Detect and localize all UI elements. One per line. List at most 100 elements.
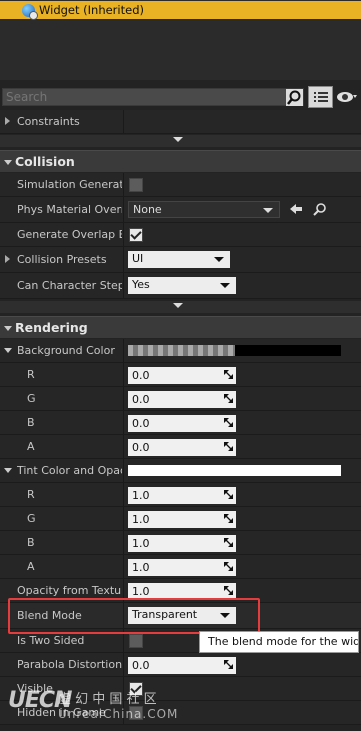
- field-value: 1.0: [132, 561, 150, 574]
- dropdown-value: None: [133, 203, 162, 216]
- column-divider: [123, 363, 124, 386]
- property-label: Opacity from Texture: [17, 584, 122, 597]
- bg-g-field[interactable]: 0.0: [128, 391, 236, 408]
- bg-b-field[interactable]: 0.0: [128, 415, 236, 432]
- use-selected-arrow-icon[interactable]: [289, 203, 303, 215]
- field-value: 1.0: [132, 537, 150, 550]
- tint-g-field[interactable]: 1.0: [128, 511, 236, 528]
- generate-overlap-checkbox[interactable]: [129, 228, 143, 242]
- simulation-generates-checkbox[interactable]: [129, 178, 143, 192]
- chevron-down-icon: [263, 208, 273, 213]
- simulation-generates-row: Simulation Generates: [0, 173, 361, 197]
- can-character-step-row: Can Character Step Up On Yes: [0, 273, 361, 299]
- bg-a-row: A 0.0: [0, 435, 361, 459]
- column-divider: [123, 273, 124, 298]
- field-value: 0.0: [132, 393, 150, 406]
- collapse-arrow-icon: [4, 326, 12, 331]
- phys-material-row: Phys Material Override None: [0, 197, 361, 223]
- chevron-down-icon: [220, 283, 230, 288]
- field-value: 0.0: [132, 369, 150, 382]
- column-divider: [123, 411, 124, 434]
- constraints-row[interactable]: Constraints: [0, 110, 361, 134]
- eye-visibility-icon[interactable]: [336, 89, 358, 105]
- property-label: Simulation Generates: [17, 178, 122, 191]
- field-value: 1.0: [132, 513, 150, 526]
- collapse-advanced-button[interactable]: [0, 135, 361, 147]
- dropdown-value: UI: [132, 252, 144, 265]
- search-box[interactable]: [2, 88, 304, 106]
- color-swatch-checker[interactable]: [128, 345, 235, 356]
- collapse-arrow-icon: [4, 160, 12, 165]
- column-divider: [123, 459, 124, 482]
- drag-arrows-icon: [224, 562, 233, 571]
- channel-label: G: [27, 392, 36, 405]
- drag-arrows-icon: [224, 538, 233, 547]
- column-divider: [123, 223, 124, 246]
- field-value: 0.0: [132, 441, 150, 454]
- tint-r-field[interactable]: 1.0: [128, 487, 236, 504]
- collision-presets-dropdown[interactable]: UI: [128, 251, 230, 268]
- property-label: Collision Presets: [17, 253, 107, 266]
- tint-g-row: G 1.0: [0, 507, 361, 531]
- tint-color-row: Tint Color and Opacity: [0, 459, 361, 483]
- can-character-step-dropdown[interactable]: Yes: [128, 277, 236, 294]
- tint-color-swatch[interactable]: [128, 465, 341, 476]
- drag-arrows-icon: [224, 514, 233, 523]
- channel-label: B: [27, 416, 35, 429]
- channel-label: B: [27, 536, 35, 549]
- tint-a-field[interactable]: 1.0: [128, 559, 236, 576]
- background-color-swatch[interactable]: [235, 345, 341, 356]
- property-label: Generate Overlap Events: [17, 228, 122, 241]
- column-divider: [123, 339, 124, 362]
- column-divider: [123, 435, 124, 458]
- is-two-sided-checkbox[interactable]: [129, 634, 143, 648]
- channel-label: R: [27, 488, 35, 501]
- parabola-distortion-field[interactable]: 0.0: [128, 657, 236, 674]
- expand-arrow-icon[interactable]: [5, 117, 10, 125]
- column-divider: [123, 387, 124, 410]
- channel-label: G: [27, 512, 36, 525]
- property-label: Parabola Distortion: [17, 658, 122, 671]
- property-label: Is Two Sided: [17, 634, 85, 647]
- bg-b-row: B 0.0: [0, 411, 361, 435]
- drag-arrows-icon: [224, 586, 233, 595]
- collapse-arrow-icon[interactable]: [4, 468, 12, 473]
- chevron-down-icon: [214, 257, 224, 262]
- column-divider: [123, 110, 124, 133]
- blend-mode-tooltip: The blend mode for the widget.: [199, 631, 359, 653]
- phys-material-dropdown[interactable]: None: [128, 201, 280, 218]
- expand-arrow-icon[interactable]: [5, 255, 10, 263]
- column-divider: [123, 197, 124, 222]
- generate-overlap-row: Generate Overlap Events: [0, 223, 361, 247]
- collision-presets-row: Collision Presets UI: [0, 247, 361, 273]
- dropdown-value: Yes: [132, 278, 150, 291]
- tint-b-field[interactable]: 1.0: [128, 535, 236, 552]
- drag-arrows-icon: [224, 442, 233, 451]
- browse-search-icon[interactable]: [313, 202, 327, 216]
- drag-arrows-icon: [224, 490, 233, 499]
- property-label: Can Character Step Up On: [17, 279, 122, 292]
- tint-r-row: R 1.0: [0, 483, 361, 507]
- parabola-distortion-row: Parabola Distortion 0.0: [0, 653, 361, 677]
- tree-item-widget[interactable]: Widget (Inherited): [0, 1, 361, 20]
- collapse-advanced-button[interactable]: [0, 301, 361, 313]
- collapse-arrow-icon[interactable]: [4, 348, 12, 353]
- bg-r-field[interactable]: 0.0: [128, 367, 236, 384]
- column-divider: [123, 555, 124, 578]
- search-icon[interactable]: [286, 89, 303, 106]
- watermark: UECN 虚 幻 中 国 社 区 UnrealChina.COM: [8, 686, 188, 731]
- collision-section-header[interactable]: Collision: [0, 150, 361, 172]
- search-input[interactable]: [3, 89, 276, 105]
- drag-arrows-icon: [224, 370, 233, 379]
- widget-globe-icon: [22, 3, 38, 20]
- channel-label: R: [27, 368, 35, 381]
- channel-label: A: [27, 560, 35, 573]
- rendering-section-header[interactable]: Rendering: [0, 316, 361, 338]
- channel-label: A: [27, 440, 35, 453]
- section-title: Rendering: [15, 320, 88, 335]
- view-options-list-icon[interactable]: [308, 86, 333, 108]
- watermark-cn-text: 虚 幻 中 国 社 区: [58, 692, 157, 707]
- column-divider: [123, 653, 124, 676]
- drag-arrows-icon: [224, 418, 233, 427]
- bg-a-field[interactable]: 0.0: [128, 439, 236, 456]
